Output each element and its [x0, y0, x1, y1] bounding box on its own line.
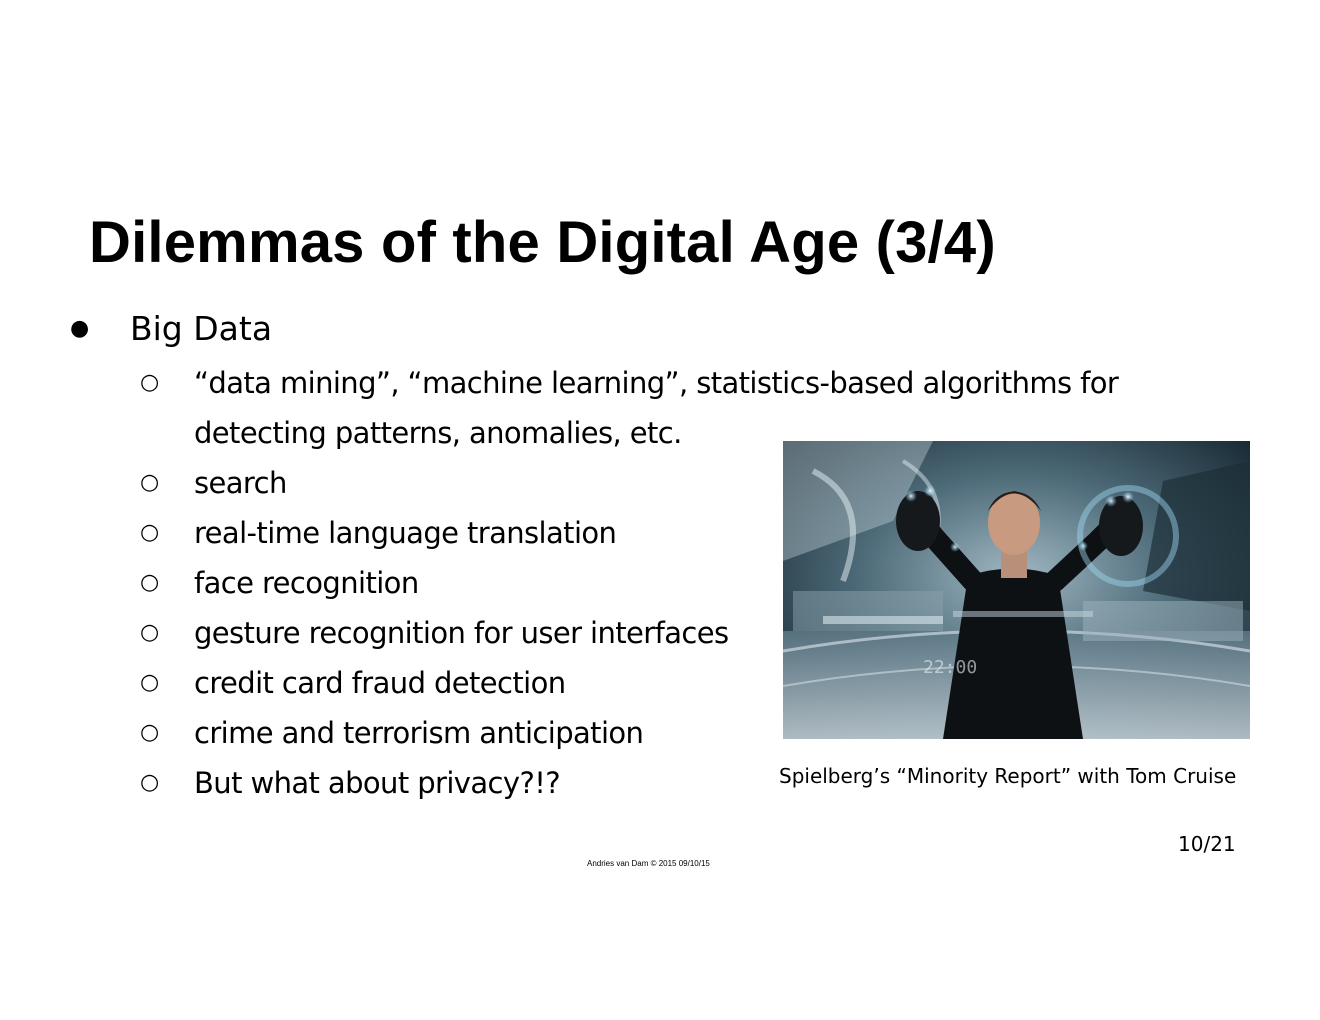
sub-bullet-text: face recognition [194, 566, 419, 600]
sub-bullet-text: But what about privacy?!? [194, 766, 561, 800]
slide-title: Dilemmas of the Digital Age (3/4) [89, 210, 996, 275]
circle-bullet-icon: ○ [140, 470, 160, 495]
bullet-dot-icon: ● [70, 316, 90, 341]
footer-credit: Andries van Dam © 2015 09/10/15 [587, 859, 710, 868]
circle-bullet-icon: ○ [140, 570, 160, 595]
svg-text:22:00: 22:00 [923, 657, 977, 678]
circle-bullet-icon: ○ [140, 620, 160, 645]
circle-bullet-icon: ○ [140, 520, 160, 545]
bullet-label: Big Data [130, 309, 273, 348]
photo-illustration: 22:00 [783, 441, 1250, 739]
circle-bullet-icon: ○ [140, 770, 160, 795]
image-caption: Spielberg’s “Minority Report” with Tom C… [779, 764, 1237, 788]
page-number: 10/21 [1178, 832, 1236, 856]
sub-bullet-text-line1: “data mining”, “machine learning”, stati… [194, 366, 1119, 400]
circle-bullet-icon: ○ [140, 670, 160, 695]
sub-bullet-text: search [194, 466, 287, 500]
minority-report-image: 22:00 [783, 441, 1250, 739]
sub-bullet-text: crime and terrorism anticipation [194, 716, 644, 750]
sub-bullet-text: credit card fraud detection [194, 666, 566, 700]
sub-bullet-text: gesture recognition for user interfaces [194, 616, 729, 650]
sub-bullet-text: real-time language translation [194, 516, 617, 550]
circle-bullet-icon: ○ [140, 720, 160, 745]
sub-bullet-text-line2: detecting patterns, anomalies, etc. [194, 416, 682, 450]
circle-bullet-icon: ○ [140, 370, 160, 395]
